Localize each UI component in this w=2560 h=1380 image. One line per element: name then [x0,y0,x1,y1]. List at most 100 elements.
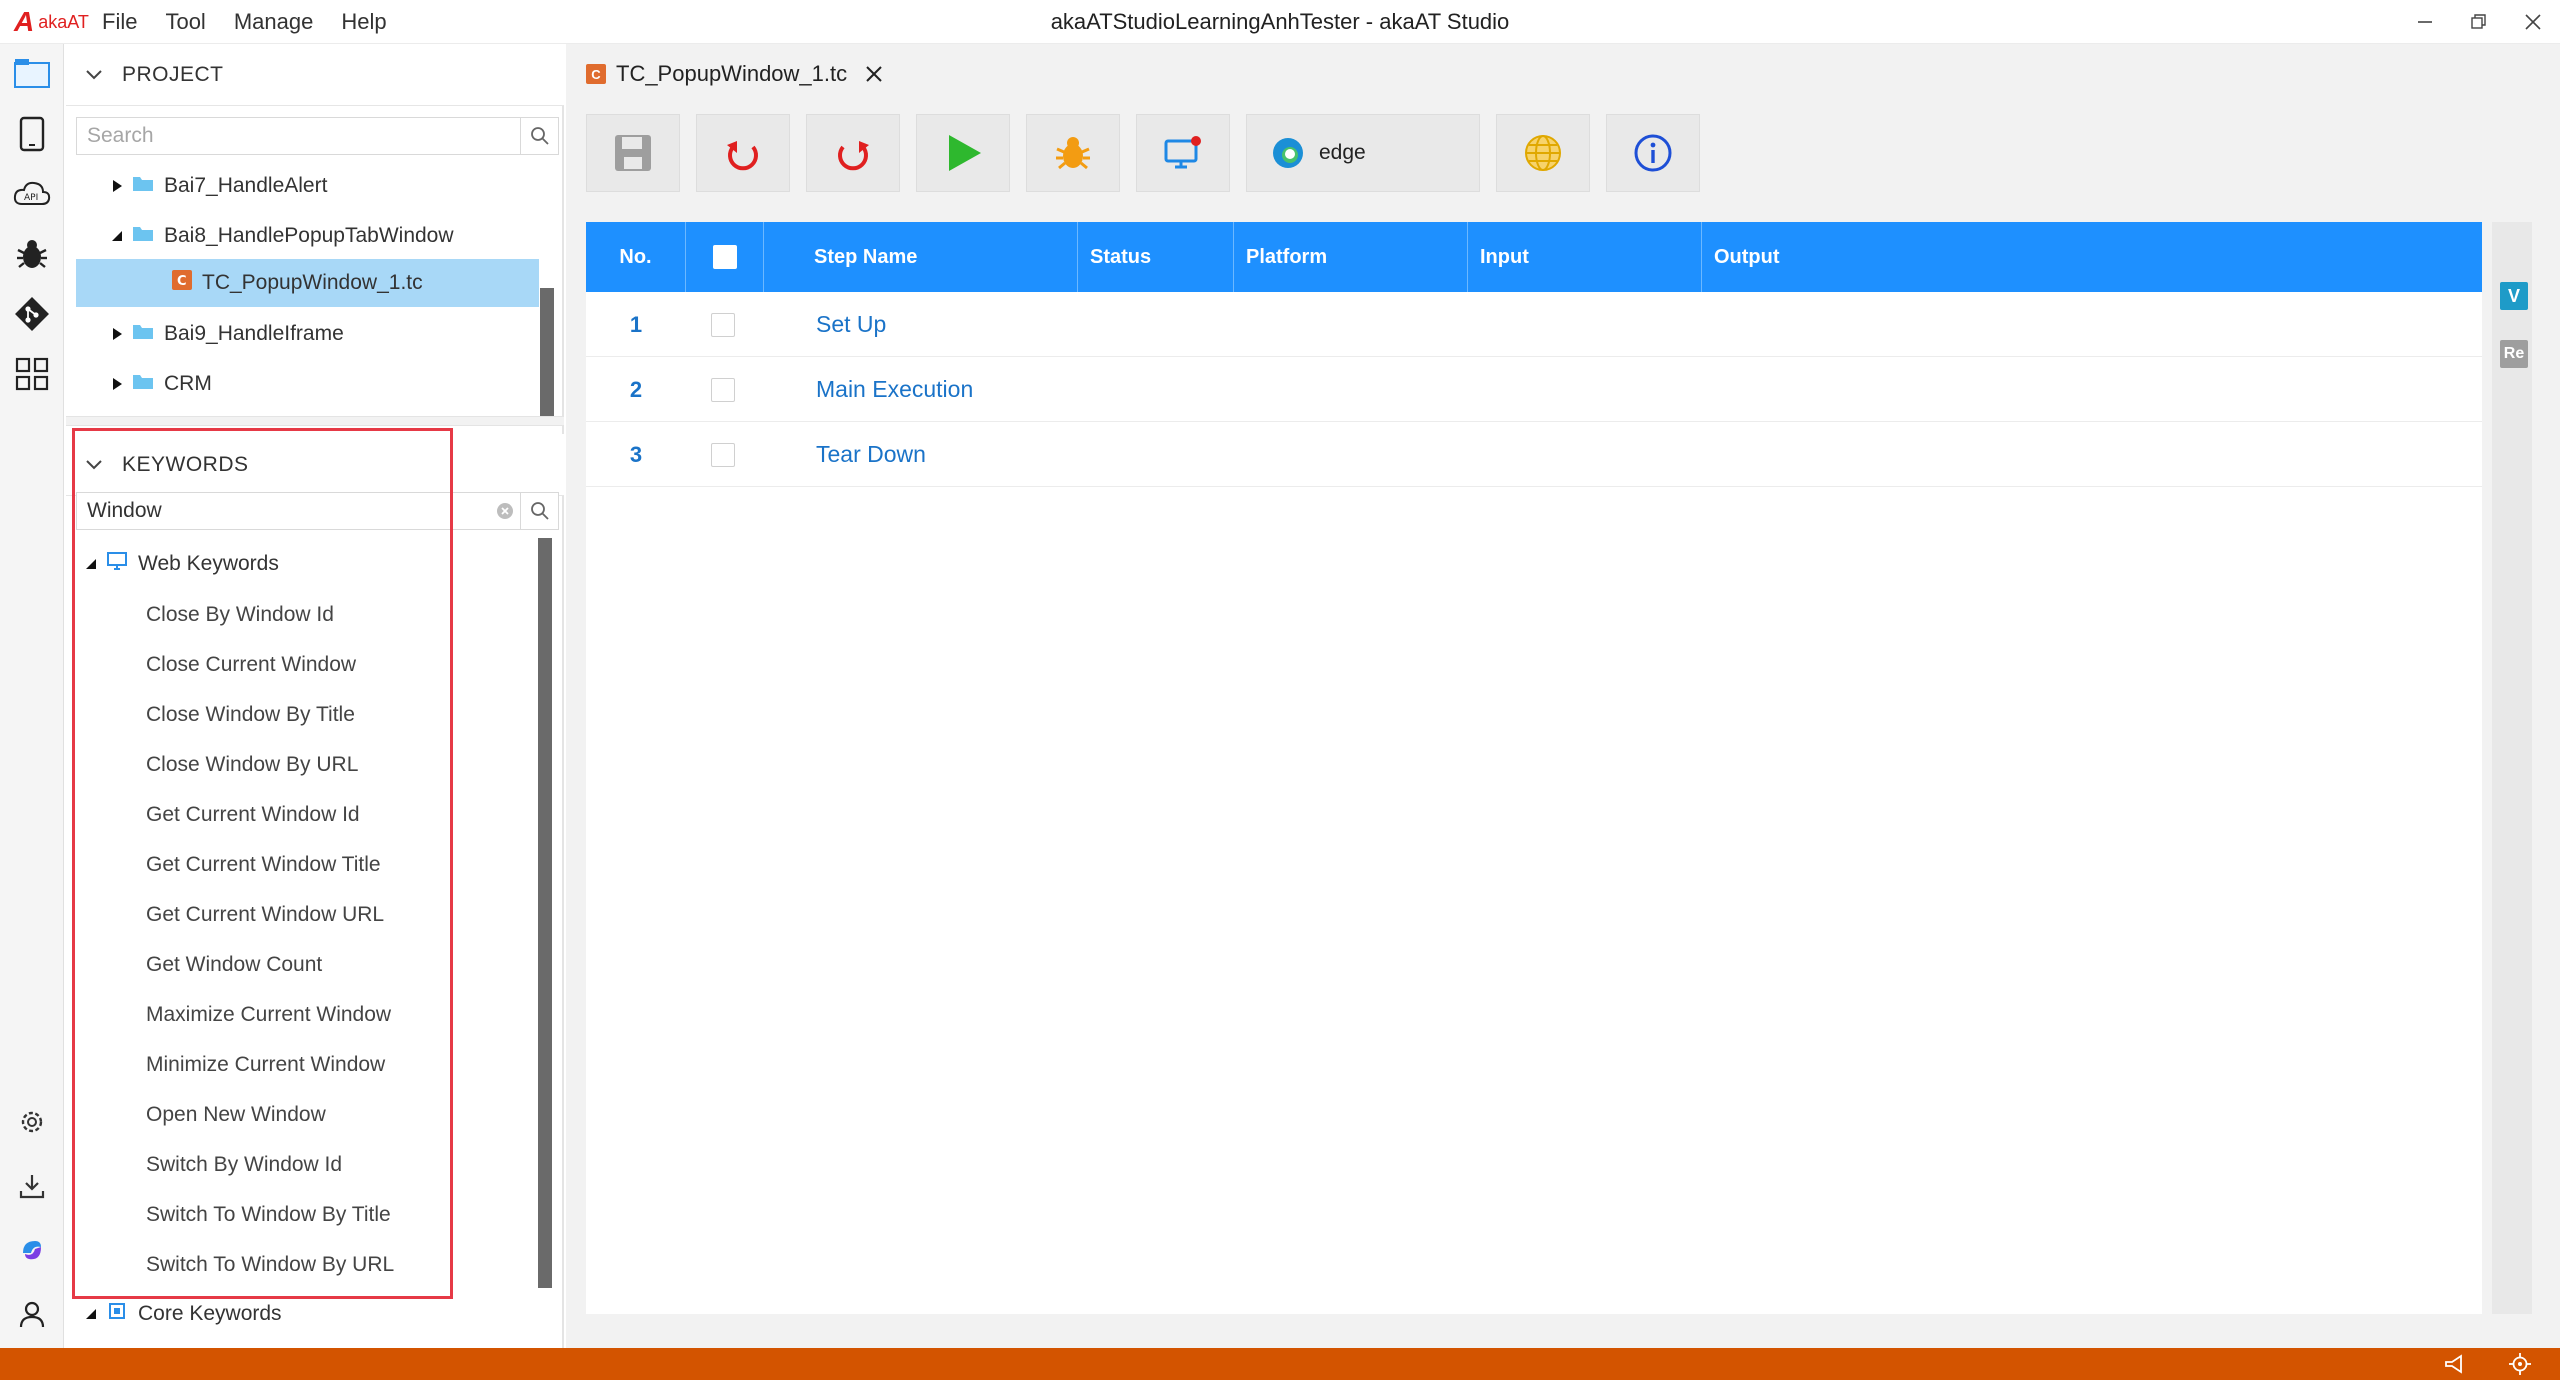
browser-select[interactable]: edge [1246,114,1480,192]
record-button[interactable] [1136,114,1230,192]
debug-run-button[interactable] [1026,114,1120,192]
minimize-button[interactable] [2398,0,2452,44]
keyword-item[interactable]: Close Window By Title [146,690,355,740]
app-logo: A akaAT [14,6,89,38]
api-button[interactable]: API [12,174,52,214]
menu-file[interactable]: File [102,9,137,35]
screen-record-icon [1164,136,1201,169]
download-button[interactable] [12,1166,52,1206]
column-header-platform[interactable]: Platform [1234,222,1468,292]
search-icon [530,502,549,520]
redo-button[interactable] [806,114,900,192]
project-search-button[interactable] [520,118,558,154]
column-header-input[interactable]: Input [1468,222,1702,292]
row-checkbox[interactable] [711,378,735,402]
table-row[interactable]: 3 Tear Down [586,422,2482,487]
row-number: 3 [629,441,643,467]
integration-button[interactable] [12,1230,52,1270]
table-row[interactable]: 1 Set Up [586,292,2482,357]
row-step-name[interactable]: Set Up [816,292,886,357]
tree-item-bai7[interactable]: Bai7_HandleAlert [102,162,542,210]
tree-item-crm[interactable]: CRM [102,360,542,408]
git-button[interactable] [12,294,52,334]
explorer-button[interactable] [12,54,52,94]
column-header-step-name[interactable]: Step Name [764,222,1078,292]
apps-button[interactable] [12,354,52,394]
settings-button[interactable] [12,1102,52,1142]
tab-close-button[interactable] [865,65,883,83]
caret-down-icon [76,558,106,570]
run-button[interactable] [916,114,1010,192]
keyword-item[interactable]: Get Window Count [146,940,322,990]
panel-splitter[interactable] [66,416,564,426]
menu-help[interactable]: Help [341,9,386,35]
keywords-section-header[interactable]: KEYWORDS [66,434,564,496]
save-button[interactable] [586,114,680,192]
account-button[interactable] [12,1294,52,1334]
keywords-search-button[interactable] [520,493,558,529]
table-row[interactable]: 2 Main Execution [586,357,2482,422]
keywords-search-box [76,492,559,530]
keywords-scrollbar[interactable] [538,538,552,1288]
folder-icon [132,224,154,248]
gear-icon [21,1111,43,1133]
bug-icon [1056,137,1090,170]
column-header-select-all[interactable] [686,222,764,292]
tree-item-label: CRM [164,372,212,395]
testcase-file-icon: C [586,64,606,84]
menu-tool[interactable]: Tool [165,9,205,35]
keyword-group-core[interactable]: Core Keywords [76,1290,516,1338]
column-header-output[interactable]: Output [1702,222,2482,292]
keyword-item[interactable]: Open New Window [146,1090,326,1140]
keyword-item[interactable]: Close By Window Id [146,590,334,640]
menu-manage[interactable]: Manage [234,9,314,35]
keyword-item[interactable]: Close Current Window [146,640,356,690]
tree-item-bai8[interactable]: Bai8_HandlePopupTabWindow [102,212,542,260]
keyword-item[interactable]: Switch To Window By Title [146,1190,391,1240]
tree-item-tc-popupwindow[interactable]: C TC_PopupWindow_1.tc [76,259,539,307]
column-header-status[interactable]: Status [1078,222,1234,292]
project-search-input[interactable] [77,118,520,154]
tab-label: TC_PopupWindow_1.tc [616,61,848,86]
column-header-no[interactable]: No. [586,222,686,292]
info-button[interactable] [1606,114,1700,192]
select-all-checkbox[interactable] [712,245,737,269]
megaphone-icon [2445,1354,2462,1374]
debug-button[interactable] [12,234,52,274]
keyword-item[interactable]: Switch To Window By URL [146,1240,394,1290]
keyword-item[interactable]: Switch By Window Id [146,1140,342,1190]
keyword-item[interactable]: Close Window By URL [146,740,358,790]
row-checkbox[interactable] [711,313,735,337]
web-button[interactable] [1496,114,1590,192]
project-scrollbar[interactable] [540,288,554,416]
keyword-item[interactable]: Get Current Window Id [146,790,360,840]
result-badge[interactable]: Re [2500,340,2528,368]
keyword-item[interactable]: Get Current Window URL [146,890,384,940]
close-window-button[interactable] [2506,0,2560,44]
restore-button[interactable] [2452,0,2506,44]
row-step-name[interactable]: Tear Down [816,422,926,487]
tree-item-label: TC_PopupWindow_1.tc [202,271,423,294]
keyword-item[interactable]: Maximize Current Window [146,990,391,1040]
tab-tc-popupwindow[interactable]: C TC_PopupWindow_1.tc [586,54,883,94]
keyword-group-label: Web Keywords [138,552,279,575]
locate-button[interactable] [2508,1352,2532,1376]
keyword-item[interactable]: Get Current Window Title [146,840,381,890]
keywords-search-input[interactable] [77,493,490,529]
undo-button[interactable] [696,114,790,192]
tree-item-bai9[interactable]: Bai9_HandleIframe [102,310,542,358]
clear-icon [497,503,513,519]
clear-search-button[interactable] [490,493,520,529]
caret-down-icon [76,1308,106,1320]
menu-bar: File Tool Manage Help [102,0,415,44]
variables-badge[interactable]: V [2500,282,2528,310]
project-section-header[interactable]: PROJECT [66,44,564,106]
keyword-item[interactable]: Minimize Current Window [146,1040,385,1090]
mobile-icon [19,116,45,152]
row-step-name[interactable]: Main Execution [816,357,973,422]
row-checkbox[interactable] [711,443,735,467]
notification-button[interactable] [2442,1352,2466,1376]
mobile-button[interactable] [12,114,52,154]
project-section-title: PROJECT [122,62,224,86]
keyword-group-web[interactable]: Web Keywords [76,540,516,588]
